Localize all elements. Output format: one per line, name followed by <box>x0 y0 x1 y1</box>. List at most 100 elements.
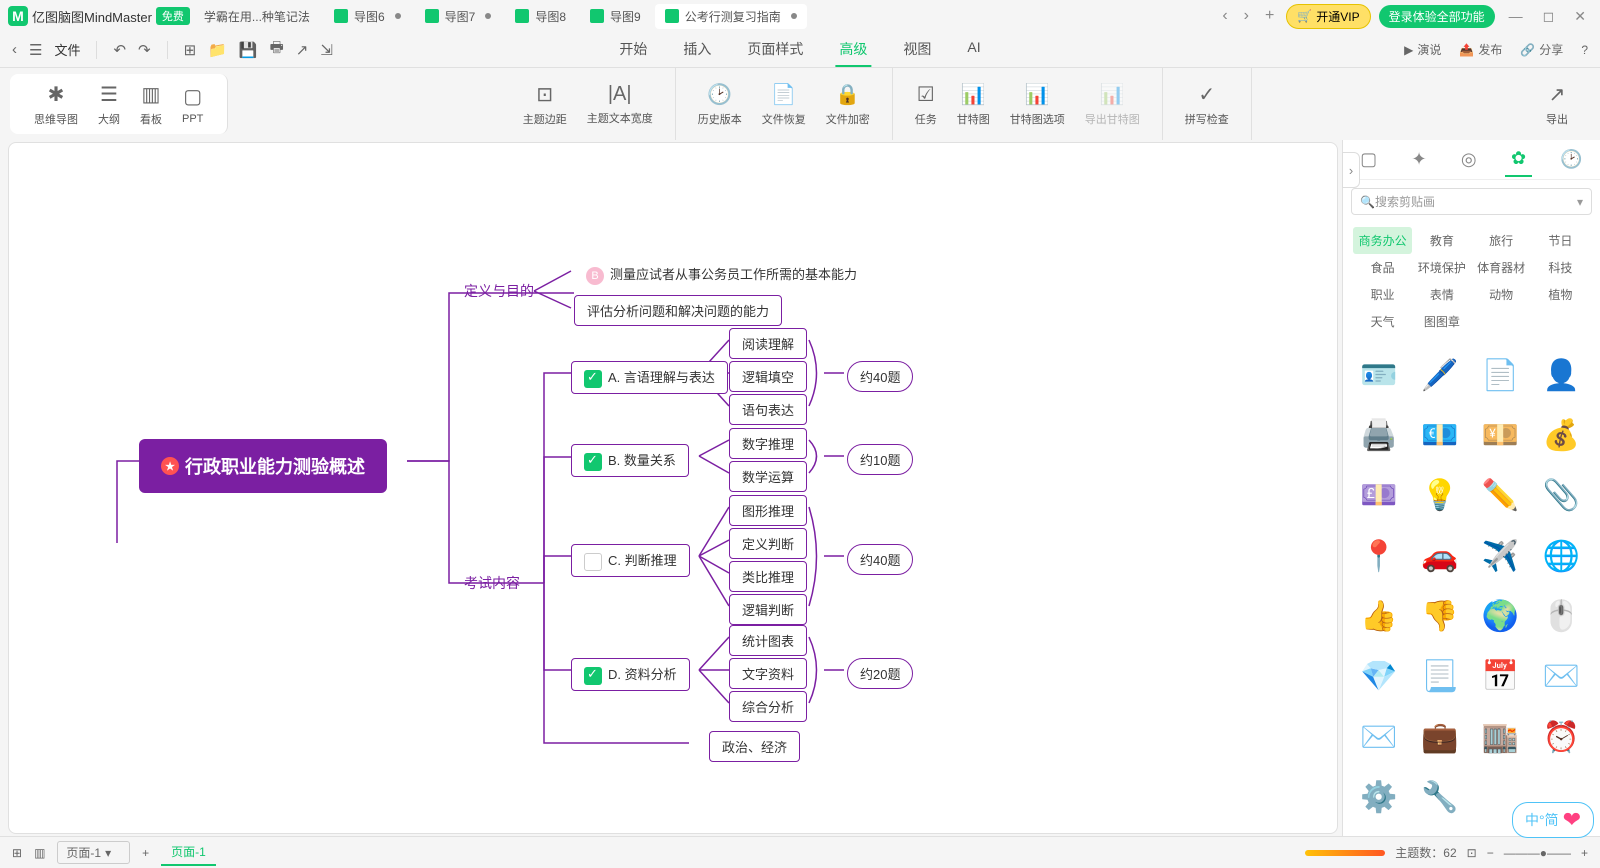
clipart-item[interactable]: 👎 <box>1418 595 1462 639</box>
clipart-item[interactable]: ✉️ <box>1357 715 1401 759</box>
clipart-item[interactable]: 🪪 <box>1357 353 1401 397</box>
theme-width[interactable]: |A|主题文本宽度 <box>579 79 661 130</box>
vip-button[interactable]: 🛒 开通VIP <box>1286 4 1370 29</box>
node-sA3[interactable]: 语句表达 <box>729 394 807 425</box>
clipart-item[interactable]: ✈️ <box>1479 534 1523 578</box>
tab-notes[interactable]: 学霸在用...种笔记法 <box>194 4 320 29</box>
node-sC4[interactable]: 逻辑判断 <box>729 594 807 625</box>
clipart-search[interactable]: 🔍 搜索剪贴画▾ <box>1351 188 1592 215</box>
gantt-options[interactable]: 📊甘特图选项 <box>1002 78 1073 131</box>
node-sD3[interactable]: 综合分析 <box>729 691 807 722</box>
clipart-item[interactable]: 📎 <box>1539 474 1583 518</box>
node-sE1[interactable]: 政治、经济 <box>709 731 800 762</box>
print-icon[interactable]: 🖶 <box>270 37 284 62</box>
node-sA1[interactable]: 阅读理解 <box>729 328 807 359</box>
clipart-item[interactable]: 💶 <box>1418 413 1462 457</box>
cat-食品[interactable]: 食品 <box>1353 254 1412 281</box>
clipart-item[interactable]: 🖊️ <box>1418 353 1462 397</box>
save-icon[interactable]: 💾 <box>239 41 258 59</box>
present-button[interactable]: ▶ 演说 <box>1404 41 1441 58</box>
node-sB[interactable]: B. 数量关系 <box>571 444 689 477</box>
node-sD[interactable]: D. 资料分析 <box>571 658 690 691</box>
tab-map7[interactable]: 导图7 <box>415 4 502 29</box>
tab-map9[interactable]: 导图9 <box>580 4 651 29</box>
side-history-icon[interactable]: 🕑 <box>1554 143 1588 176</box>
clipart-item[interactable]: 🏬 <box>1479 715 1523 759</box>
node-sAc[interactable]: 约40题 <box>847 361 913 392</box>
clipart-item[interactable]: ⚙️ <box>1357 776 1401 820</box>
open-icon[interactable]: 📁 <box>208 41 227 59</box>
grid-icon[interactable]: ⊞ <box>12 846 22 860</box>
clipart-item[interactable]: 🖱️ <box>1539 595 1583 639</box>
center-node[interactable]: ★行政职业能力测验概述 <box>139 439 387 493</box>
clipart-item[interactable]: 📅 <box>1479 655 1523 699</box>
clipart-item[interactable]: 💎 <box>1357 655 1401 699</box>
spellcheck-button[interactable]: ✓拼写检查 <box>1177 78 1237 131</box>
clipart-item[interactable]: 🖨️ <box>1357 413 1401 457</box>
branch-definition[interactable]: 定义与目的 <box>464 281 534 301</box>
cat-表情[interactable]: 表情 <box>1412 281 1471 308</box>
clipart-item[interactable]: 📄 <box>1479 353 1523 397</box>
help-icon[interactable]: ? <box>1581 43 1588 57</box>
task-button[interactable]: ☑任务 <box>907 78 945 131</box>
node-sC1[interactable]: 图形推理 <box>729 495 807 526</box>
menu-tab-insert[interactable]: 插入 <box>679 33 715 67</box>
add-page-icon[interactable]: + <box>142 846 149 860</box>
tab-map6[interactable]: 导图6 <box>324 4 411 29</box>
file-menu[interactable]: 文件 <box>54 40 80 59</box>
cat-节日[interactable]: 节日 <box>1531 227 1590 254</box>
side-mark-icon[interactable]: ◎ <box>1455 143 1483 176</box>
tab-map8[interactable]: 导图8 <box>505 4 576 29</box>
node-sD2[interactable]: 文字资料 <box>729 658 807 689</box>
node-sA[interactable]: A. 言语理解与表达 <box>571 361 728 394</box>
new-icon[interactable]: ⊞ <box>184 41 197 59</box>
encrypt-button[interactable]: 🔒文件加密 <box>818 78 878 131</box>
node-sB1[interactable]: 数字推理 <box>729 428 807 459</box>
clipart-item[interactable]: 💰 <box>1539 413 1583 457</box>
cat-商务办公[interactable]: 商务办公 <box>1353 227 1412 254</box>
clipart-item[interactable]: ⏰ <box>1539 715 1583 759</box>
view-kanban[interactable]: ▥看板 <box>132 78 170 131</box>
menu-tab-ai[interactable]: AI <box>963 33 984 67</box>
clipart-item[interactable]: ✉️ <box>1539 655 1583 699</box>
node-sC2[interactable]: 定义判断 <box>729 528 807 559</box>
canvas[interactable]: ★行政职业能力测验概述 定义与目的 B测量应试者从事公务员工作所需的基本能力 评… <box>8 142 1338 834</box>
node-b1n2[interactable]: 评估分析问题和解决问题的能力 <box>574 295 782 326</box>
page-select[interactable]: 页面-1 ▾ <box>57 841 130 864</box>
maximize-icon[interactable]: ◻ <box>1537 8 1561 25</box>
history-button[interactable]: 🕑历史版本 <box>690 78 750 131</box>
zoom-slider[interactable]: ———●—— <box>1504 846 1571 860</box>
branch-content[interactable]: 考试内容 <box>464 573 520 593</box>
cat-动物[interactable]: 动物 <box>1472 281 1531 308</box>
node-sCc[interactable]: 约40题 <box>847 544 913 575</box>
side-clipart-icon[interactable]: ✿ <box>1505 142 1532 177</box>
view-mindmap[interactable]: ✱思维导图 <box>26 78 86 131</box>
collapse-panel-icon[interactable]: › <box>1342 152 1360 188</box>
zoom-out-icon[interactable]: − <box>1487 846 1494 860</box>
clipart-item[interactable]: 💷 <box>1357 474 1401 518</box>
cat-环境保护[interactable]: 环境保护 <box>1412 254 1471 281</box>
clipart-item[interactable]: 👍 <box>1357 595 1401 639</box>
cat-科技[interactable]: 科技 <box>1531 254 1590 281</box>
node-sA2[interactable]: 逻辑填空 <box>729 361 807 392</box>
menu-tab-advanced[interactable]: 高级 <box>835 33 871 67</box>
export-icon[interactable]: ↗ <box>296 41 309 59</box>
recover-button[interactable]: 📄文件恢复 <box>754 78 814 131</box>
tab-current[interactable]: 公考行测复习指南 <box>655 4 807 29</box>
share-button[interactable]: 🔗 分享 <box>1520 41 1563 58</box>
publish-button[interactable]: 📤 发布 <box>1459 41 1502 58</box>
view-ppt[interactable]: ▢PPT <box>174 80 211 129</box>
clipart-item[interactable]: 💴 <box>1479 413 1523 457</box>
theme-margin[interactable]: ⊡主题边距 <box>515 78 575 131</box>
gantt-button[interactable]: 📊甘特图 <box>949 78 998 131</box>
clipart-item[interactable]: 🌐 <box>1539 534 1583 578</box>
clipart-item[interactable]: 📍 <box>1357 534 1401 578</box>
clipart-item[interactable]: 👤 <box>1539 353 1583 397</box>
undo-icon[interactable]: ↶ <box>113 41 126 59</box>
export-button[interactable]: ↗导出 <box>1538 78 1576 131</box>
back-icon[interactable]: ‹ <box>12 41 17 58</box>
login-button[interactable]: 登录体验全部功能 <box>1379 5 1495 28</box>
add-tab-icon[interactable]: + <box>1261 7 1278 25</box>
ime-badge[interactable]: 中°简❤ <box>1512 802 1594 838</box>
menu-tab-start[interactable]: 开始 <box>615 33 651 67</box>
